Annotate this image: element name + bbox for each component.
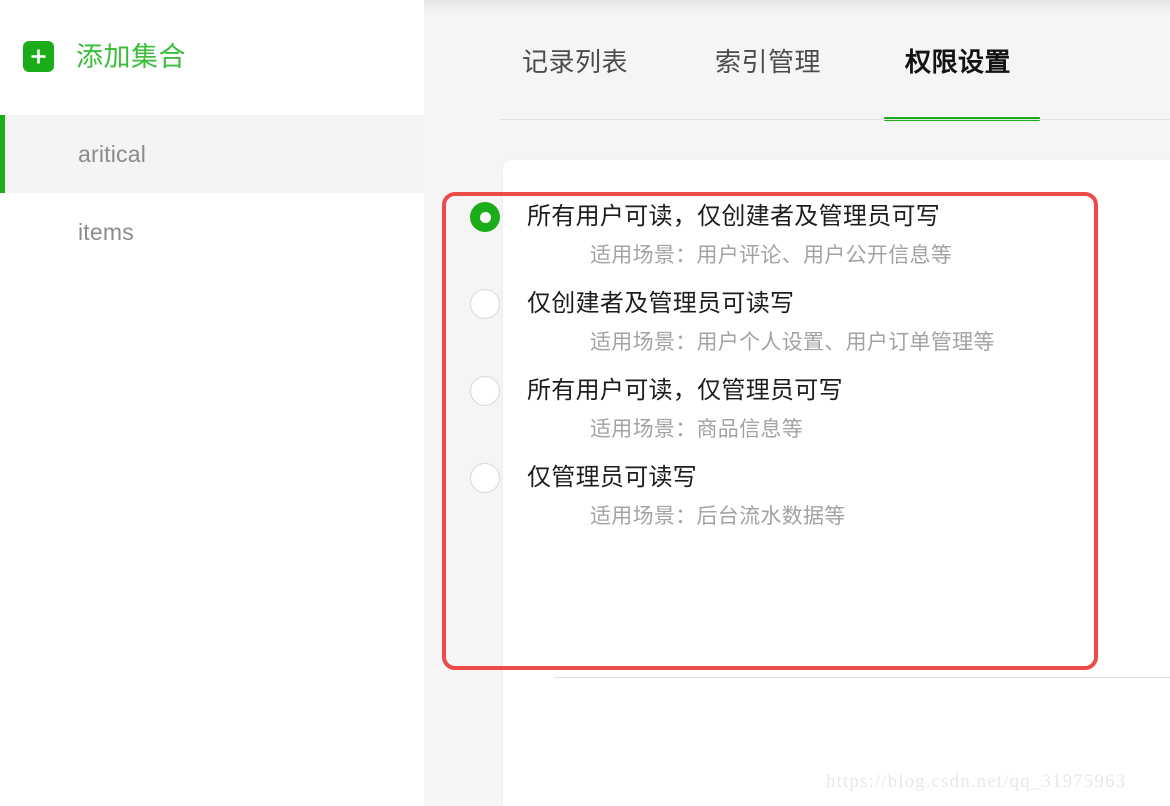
- plus-icon: [23, 41, 54, 72]
- tab-index-management[interactable]: 索引管理: [715, 42, 821, 82]
- option-description: 适用场景：用户评论、用户公开信息等: [590, 244, 953, 267]
- app-root: 添加集合 aritical items 记录列表 索引管理 权限设置 所有用户可…: [0, 0, 1170, 806]
- option-label: 所有用户可读，仅管理员可写: [527, 377, 843, 404]
- sidebar-item-items[interactable]: items: [0, 193, 424, 271]
- radio-button[interactable]: [470, 463, 500, 493]
- option-description: 适用场景：后台流水数据等: [590, 505, 846, 528]
- sidebar-item-aritical[interactable]: aritical: [0, 115, 424, 193]
- permission-option-0[interactable]: 所有用户可读，仅创建者及管理员可写 适用场景：用户评论、用户公开信息等: [470, 200, 1080, 271]
- tab-label: 索引管理: [715, 47, 822, 77]
- option-label: 仅创建者及管理员可读写: [527, 290, 795, 317]
- permission-option-1[interactable]: 仅创建者及管理员可读写 适用场景：用户个人设置、用户订单管理等: [470, 287, 1080, 358]
- permission-option-group[interactable]: 所有用户可读，仅创建者及管理员可写 适用场景：用户评论、用户公开信息等 仅创建者…: [470, 200, 1080, 532]
- card-section-divider: [554, 677, 1170, 678]
- tab-bar-divider: [500, 119, 1170, 120]
- permission-option-2[interactable]: 所有用户可读，仅管理员可写 适用场景：商品信息等: [470, 374, 1080, 445]
- watermark-text: https://blog.csdn.net/qq_31975963: [826, 771, 1127, 792]
- permission-option-3[interactable]: 仅管理员可读写 适用场景：后台流水数据等: [470, 461, 1080, 532]
- option-description: 适用场景：用户个人设置、用户订单管理等: [590, 331, 995, 354]
- add-collection-label: 添加集合: [76, 42, 186, 72]
- tab-label: 权限设置: [905, 47, 1012, 77]
- add-collection-button[interactable]: 添加集合: [0, 0, 424, 114]
- radio-button[interactable]: [470, 376, 500, 406]
- tab-permission-settings[interactable]: 权限设置: [905, 42, 1011, 82]
- sidebar-item-label: items: [78, 219, 134, 245]
- option-row: 仅管理员可读写: [470, 461, 1080, 494]
- tab-label: 记录列表: [522, 47, 629, 77]
- option-row: 所有用户可读，仅管理员可写: [470, 374, 1080, 407]
- option-label: 仅管理员可读写: [527, 464, 698, 491]
- radio-button-selected[interactable]: [470, 202, 500, 232]
- collection-list: aritical items: [0, 115, 424, 271]
- tab-bar: 记录列表 索引管理 权限设置: [424, 0, 1170, 121]
- option-label: 所有用户可读，仅创建者及管理员可写: [527, 203, 941, 230]
- sidebar-item-label: aritical: [78, 141, 147, 167]
- option-row: 仅创建者及管理员可读写: [470, 287, 1080, 320]
- sidebar: 添加集合 aritical items: [0, 0, 424, 806]
- radio-button[interactable]: [470, 289, 500, 319]
- option-description: 适用场景：商品信息等: [590, 418, 803, 441]
- option-row: 所有用户可读，仅创建者及管理员可写: [470, 200, 1080, 233]
- tab-record-list[interactable]: 记录列表: [522, 42, 628, 82]
